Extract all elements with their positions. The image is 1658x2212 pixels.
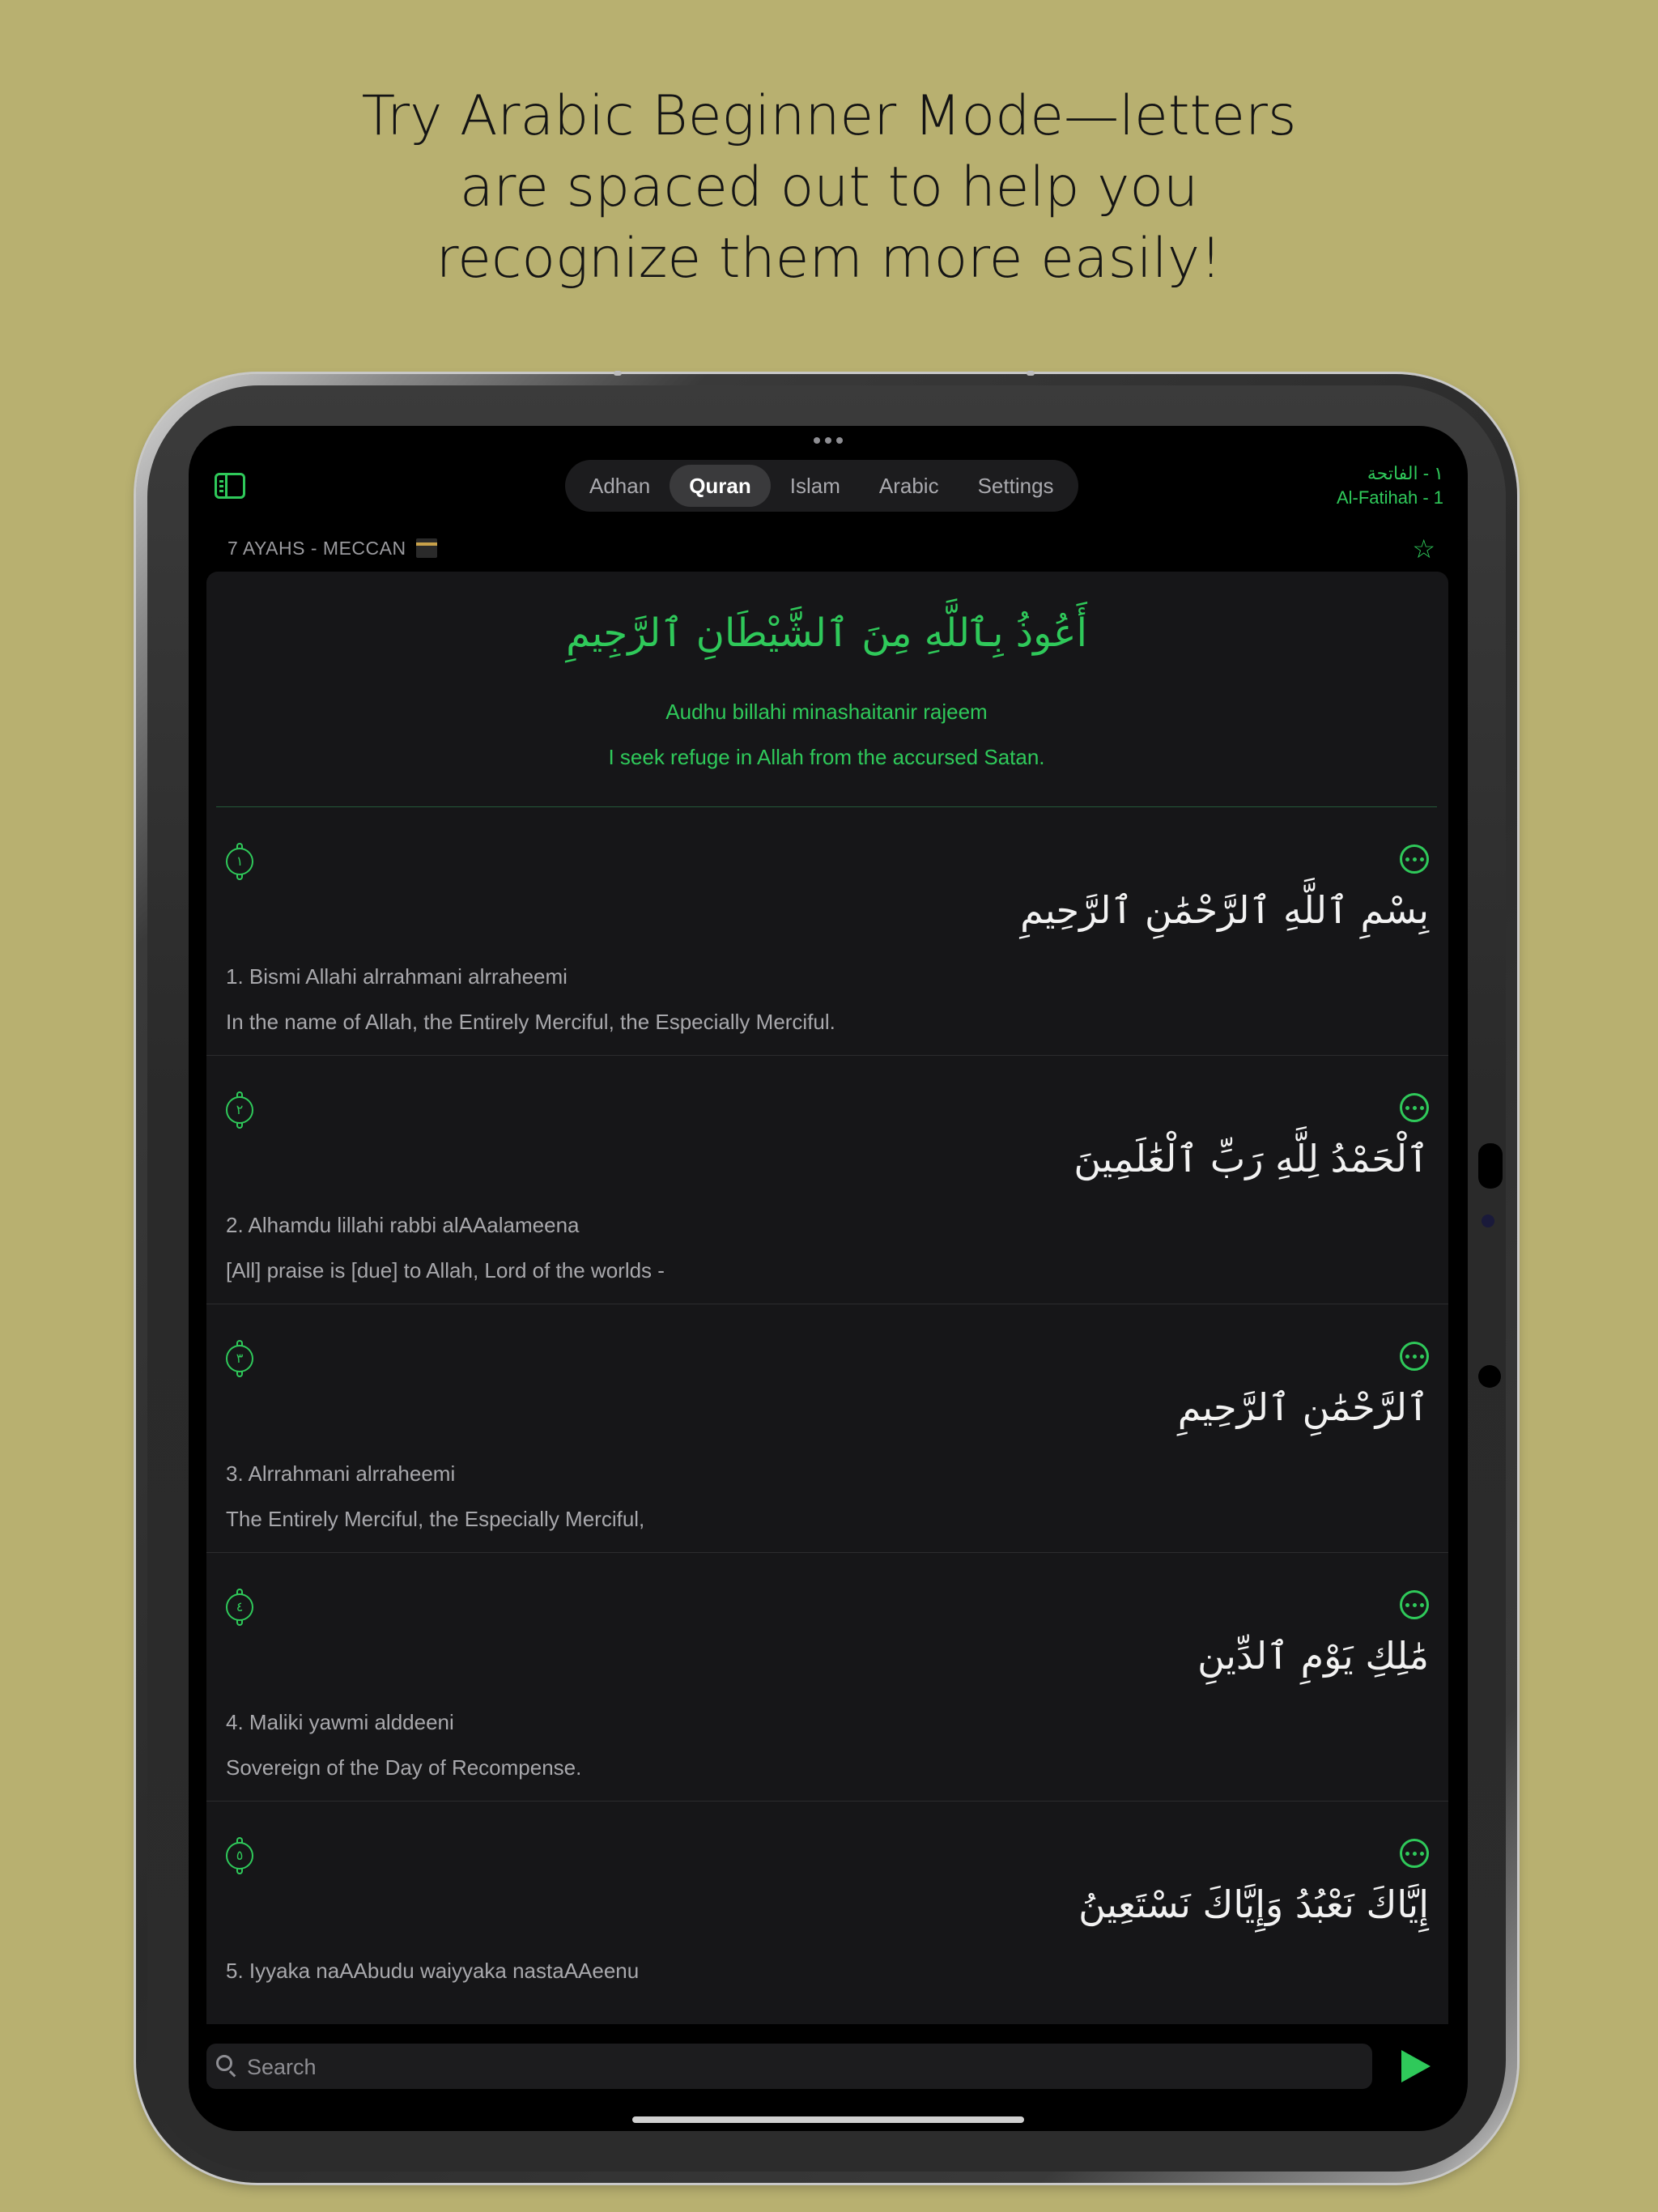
- multitasking-grabber[interactable]: [814, 437, 843, 445]
- ayah-number-badge: ٤: [226, 1589, 253, 1626]
- promo-headline: Try Arabic Beginner Mode—letters are spa…: [0, 81, 1658, 295]
- istiadha-arabic: أَعُوذُ بِٱللَّهِ مِنَ ٱلشَّيْطَانِ ٱلرَ…: [566, 610, 1087, 656]
- promo-line-1: Try Arabic Beginner Mode—letters: [361, 84, 1297, 148]
- home-indicator[interactable]: [632, 2116, 1024, 2123]
- tab-islam[interactable]: Islam: [771, 465, 860, 507]
- ayah-row[interactable]: ٥ إِيَّاكَ نَعْبُدُ وَإِيَّاكَ نَسْتَعِي…: [206, 1802, 1448, 2024]
- ayah-number-badge: ١: [226, 843, 253, 880]
- ayah-transliteration: 2. Alhamdu lillahi rabbi alAAalameena: [226, 1213, 580, 1237]
- ayah-row[interactable]: ٢ ٱلْحَمْدُ لِلَّهِ رَبِّ ٱلْعَٰلَمِينَ …: [206, 1056, 1448, 1304]
- ayah-list: أَعُوذُ بِٱللَّهِ مِنَ ٱلشَّيْطَانِ ٱلرَ…: [206, 572, 1448, 2024]
- surah-arabic-title: ١ - الفاتحة: [1367, 463, 1443, 483]
- search-icon: [216, 2055, 232, 2071]
- tab-adhan[interactable]: Adhan: [570, 465, 670, 507]
- main-tab-bar: Adhan Quran Islam Arabic Settings: [565, 460, 1078, 512]
- istiadha-section: أَعُوذُ بِٱللَّهِ مِنَ ٱلشَّيْطَانِ ٱلرَ…: [216, 572, 1437, 807]
- surah-title[interactable]: ١ - الفاتحة Al-Fatihah - 1: [1337, 462, 1443, 510]
- kaaba-icon: [416, 538, 438, 558]
- app-screen: Adhan Quran Islam Arabic Settings ١ - ال…: [189, 426, 1468, 2131]
- ellipsis-circle-icon[interactable]: [1400, 1093, 1429, 1122]
- camera-lens: [1482, 1214, 1494, 1227]
- ayah-number-badge: ٥: [226, 1837, 253, 1874]
- tab-quran[interactable]: Quran: [670, 465, 771, 507]
- ayah-transliteration: 5. Iyyaka naAAbudu waiyyaka nastaAAeenu: [226, 1959, 640, 1983]
- surah-english-title: Al-Fatihah - 1: [1336, 487, 1443, 508]
- ayah-arabic: ٱلرَّحْمَٰنِ ٱلرَّحِيمِ: [1177, 1385, 1429, 1429]
- play-icon[interactable]: [1401, 2050, 1431, 2082]
- ayah-translation: The Entirely Merciful, the Especially Me…: [226, 1507, 645, 1531]
- tab-settings[interactable]: Settings: [959, 465, 1073, 507]
- star-icon[interactable]: ☆: [1412, 536, 1435, 562]
- ayah-number-badge: ٢: [226, 1091, 253, 1129]
- ayah-transliteration: 3. Alrrahmani alrraheemi: [226, 1461, 456, 1486]
- ayah-row[interactable]: ٤ مَٰلِكِ يَوْمِ ٱلدِّينِ 4. Maliki yawm…: [206, 1553, 1448, 1802]
- side-sensor: [1478, 1143, 1503, 1189]
- istiadha-translation: I seek refuge in Allah from the accursed…: [608, 745, 1045, 769]
- camera-icon: [1478, 1365, 1501, 1388]
- hardware-button: [1027, 371, 1035, 376]
- search-bar: [206, 2044, 1372, 2091]
- ayah-arabic: ٱلْحَمْدُ لِلَّهِ رَبِّ ٱلْعَٰلَمِينَ: [1073, 1137, 1429, 1180]
- ayah-translation: [All] praise is [due] to Allah, Lord of …: [226, 1258, 665, 1283]
- tab-arabic[interactable]: Arabic: [860, 465, 959, 507]
- sidebar-icon[interactable]: [215, 473, 245, 499]
- ayah-translation: In the name of Allah, the Entirely Merci…: [226, 1010, 835, 1034]
- ellipsis-circle-icon[interactable]: [1400, 844, 1429, 874]
- surah-meta: 7 AYAHS - MECCAN: [227, 538, 438, 559]
- promo-line-3: recognize them more easily!: [436, 227, 1222, 291]
- ayah-transliteration: 4. Maliki yawmi alddeeni: [226, 1710, 454, 1734]
- ayah-transliteration: 1. Bismi Allahi alrrahmani alrraheemi: [226, 964, 568, 989]
- ayah-row[interactable]: ٣ ٱلرَّحْمَٰنِ ٱلرَّحِيمِ 3. Alrrahmani …: [206, 1304, 1448, 1553]
- ayah-arabic: إِيَّاكَ نَعْبُدُ وَإِيَّاكَ نَسْتَعِينُ: [1078, 1882, 1429, 1926]
- ayah-row[interactable]: ١ بِسْمِ ٱللَّهِ ٱلرَّحْمَٰنِ ٱلرَّحِيمِ…: [206, 807, 1448, 1056]
- promo-line-2: are spaced out to help you: [459, 155, 1199, 219]
- ayah-translation: Sovereign of the Day of Recompense.: [226, 1755, 582, 1780]
- ayah-arabic: بِسْمِ ٱللَّهِ ٱلرَّحْمَٰنِ ٱلرَّحِيمِ: [1020, 888, 1429, 932]
- ellipsis-circle-icon[interactable]: [1400, 1342, 1429, 1371]
- search-input[interactable]: [245, 2044, 1366, 2091]
- hardware-button: [614, 371, 622, 376]
- ayah-number-badge: ٣: [226, 1340, 253, 1377]
- ayah-arabic: مَٰلِكِ يَوْمِ ٱلدِّينِ: [1197, 1634, 1429, 1678]
- ellipsis-circle-icon[interactable]: [1400, 1590, 1429, 1619]
- surah-meta-text: 7 AYAHS - MECCAN: [227, 538, 406, 559]
- istiadha-transliteration: Audhu billahi minashaitanir rajeem: [665, 700, 988, 724]
- ellipsis-circle-icon[interactable]: [1400, 1839, 1429, 1868]
